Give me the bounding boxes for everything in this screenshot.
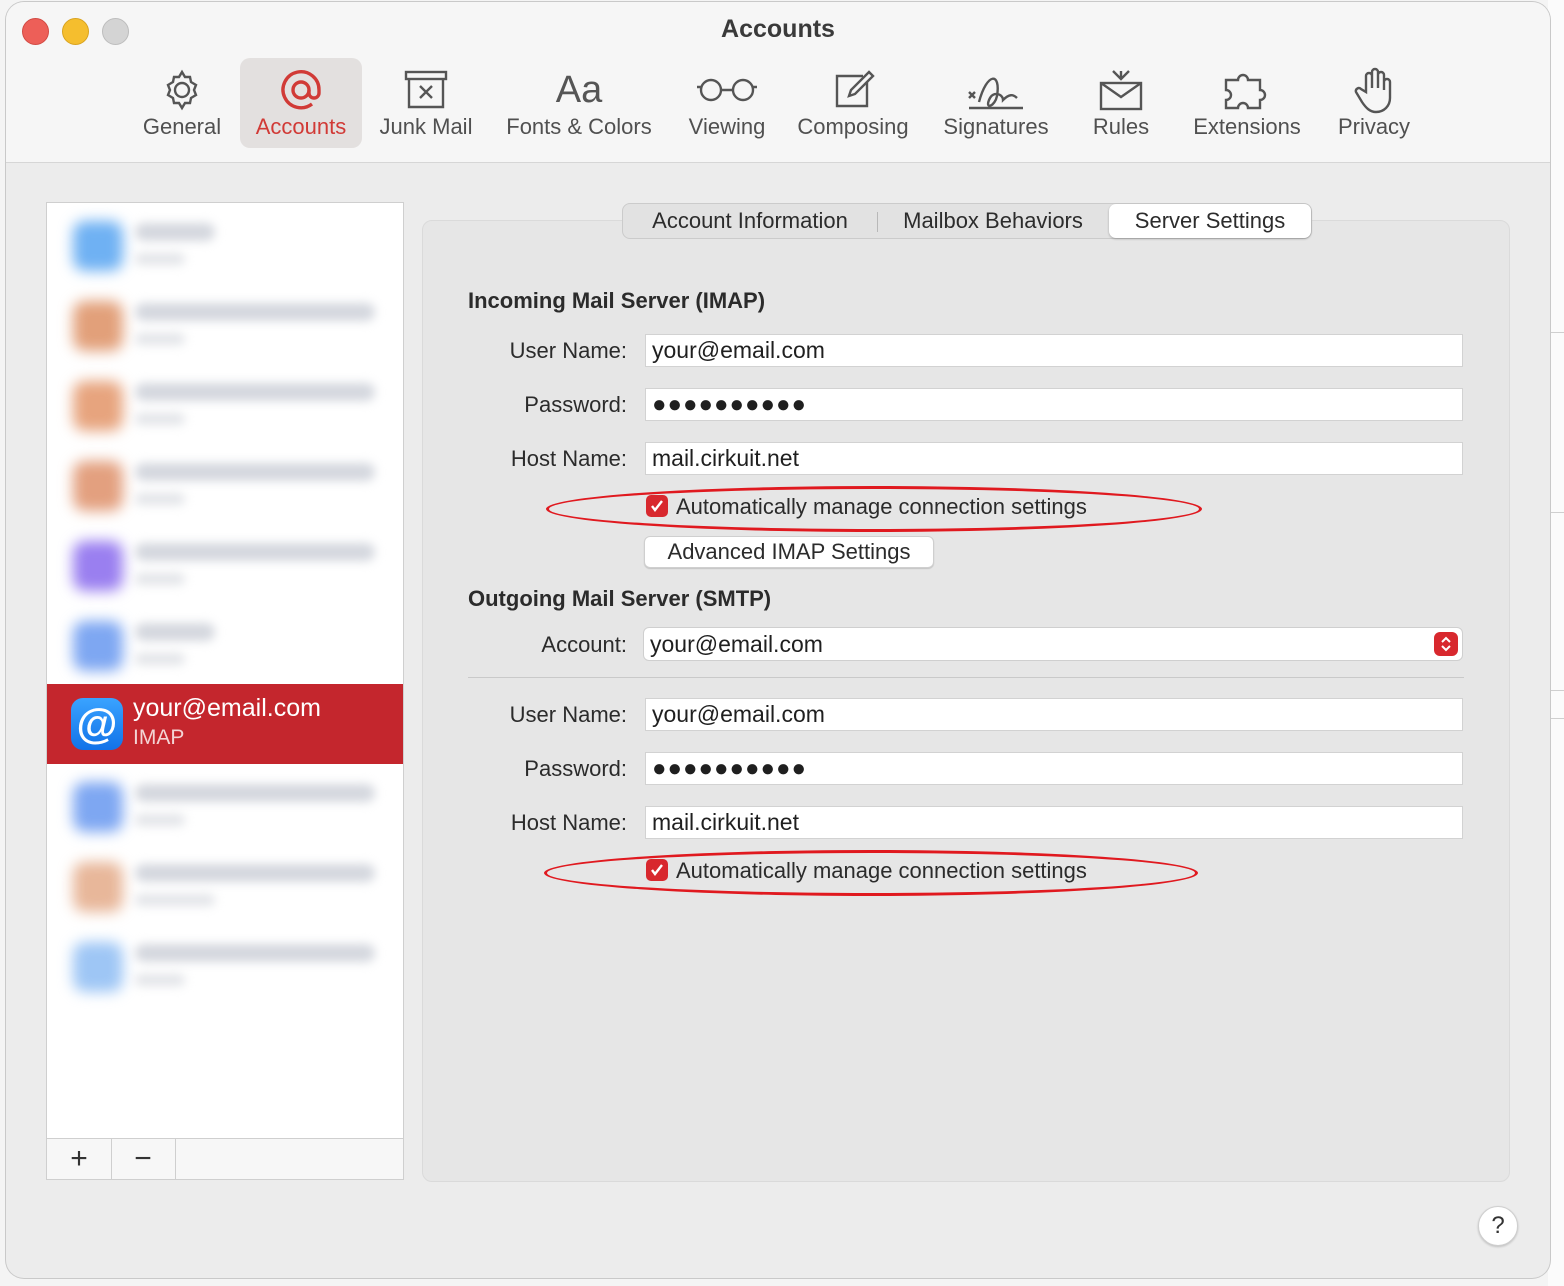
account-row-blurred[interactable] <box>47 203 403 283</box>
outgoing-username-field[interactable]: your@email.com <box>645 698 1463 731</box>
gear-icon <box>134 66 230 114</box>
background-window-edge <box>1548 0 1564 1286</box>
compose-pencil-icon <box>792 66 914 114</box>
account-row-blurred[interactable] <box>47 764 403 844</box>
tab-account-information[interactable]: Account Information <box>623 204 877 238</box>
add-account-button[interactable]: + <box>47 1139 112 1179</box>
outgoing-host-field[interactable]: mail.cirkuit.net <box>645 806 1463 839</box>
help-button[interactable]: ? <box>1478 1206 1518 1246</box>
signature-icon <box>934 66 1058 114</box>
toolbar-accounts[interactable]: Accounts <box>240 58 362 148</box>
incoming-username-field[interactable]: your@email.com <box>645 334 1463 367</box>
account-name: your@email.com <box>133 694 321 722</box>
account-type: IMAP <box>133 726 185 749</box>
incoming-username-label: User Name: <box>509 338 627 363</box>
account-row-blurred[interactable] <box>47 603 403 683</box>
outgoing-password-field[interactable]: ●●●●●●●●●● <box>645 752 1463 785</box>
incoming-host-label: Host Name: <box>510 446 627 471</box>
section-divider <box>468 677 1464 678</box>
at-sign-icon <box>240 66 362 114</box>
account-row-selected[interactable]: @ your@email.com IMAP <box>47 684 403 764</box>
toolbar-junk-mail[interactable]: Junk Mail <box>372 58 480 148</box>
toolbar-fonts-colors[interactable]: Aa Fonts & Colors <box>496 58 662 148</box>
tab-mailbox-behaviors[interactable]: Mailbox Behaviors <box>878 204 1108 238</box>
annotation-ring <box>546 486 1202 532</box>
incoming-password-label: Password: <box>524 392 627 417</box>
account-row-blurred[interactable] <box>47 363 403 443</box>
annotation-ring <box>544 850 1198 896</box>
junk-tray-icon <box>372 66 480 114</box>
accounts-preferences-window: Accounts General Accounts Junk Mail Aa F… <box>6 2 1550 1278</box>
incoming-password-field[interactable]: ●●●●●●●●●● <box>645 388 1463 421</box>
chevron-up-down-icon <box>1434 632 1458 656</box>
outgoing-account-label: Account: <box>541 632 627 657</box>
account-row-blurred[interactable] <box>47 443 403 523</box>
outgoing-section-title: Outgoing Mail Server (SMTP) <box>468 586 772 611</box>
incoming-section-title: Incoming Mail Server (IMAP) <box>468 288 766 313</box>
toolbar-general[interactable]: General <box>134 58 230 148</box>
window-title: Accounts <box>721 15 835 43</box>
account-row-blurred[interactable] <box>47 924 403 1004</box>
toolbar-signatures[interactable]: Signatures <box>934 58 1058 148</box>
toolbar-privacy[interactable]: Privacy <box>1324 58 1424 148</box>
outgoing-username-label: User Name: <box>509 702 627 727</box>
account-list-footer: + − <box>47 1138 403 1179</box>
outgoing-host-label: Host Name: <box>510 810 627 835</box>
hand-icon <box>1324 66 1424 114</box>
toolbar-extensions[interactable]: Extensions <box>1182 58 1312 148</box>
account-list: @ your@email.com IMAP + − <box>46 202 404 1180</box>
settings-tabs: Account Information Mailbox Behaviors Se… <box>622 203 1312 239</box>
titlebar-toolbar: Accounts General Accounts Junk Mail Aa F… <box>6 2 1550 163</box>
puzzle-icon <box>1182 66 1312 114</box>
tab-server-settings[interactable]: Server Settings <box>1109 204 1311 238</box>
outgoing-password-label: Password: <box>524 756 627 781</box>
font-aa-icon: Aa <box>555 68 603 111</box>
outgoing-account-select[interactable]: your@email.com <box>643 627 1463 661</box>
toolbar-viewing[interactable]: Viewing <box>678 58 776 148</box>
toolbar-composing[interactable]: Composing <box>792 58 914 148</box>
account-row-blurred[interactable] <box>47 283 403 363</box>
account-row-blurred[interactable] <box>47 844 403 924</box>
glasses-icon <box>678 66 776 114</box>
advanced-imap-settings-button[interactable]: Advanced IMAP Settings <box>644 536 934 568</box>
outgoing-account-value: your@email.com <box>650 631 823 657</box>
incoming-host-field[interactable]: mail.cirkuit.net <box>645 442 1463 475</box>
toolbar-rules[interactable]: Rules <box>1076 58 1166 148</box>
at-sign-icon: @ <box>71 698 123 750</box>
rules-envelope-icon <box>1076 66 1166 114</box>
remove-account-button[interactable]: − <box>111 1139 176 1179</box>
account-row-blurred[interactable] <box>47 523 403 603</box>
